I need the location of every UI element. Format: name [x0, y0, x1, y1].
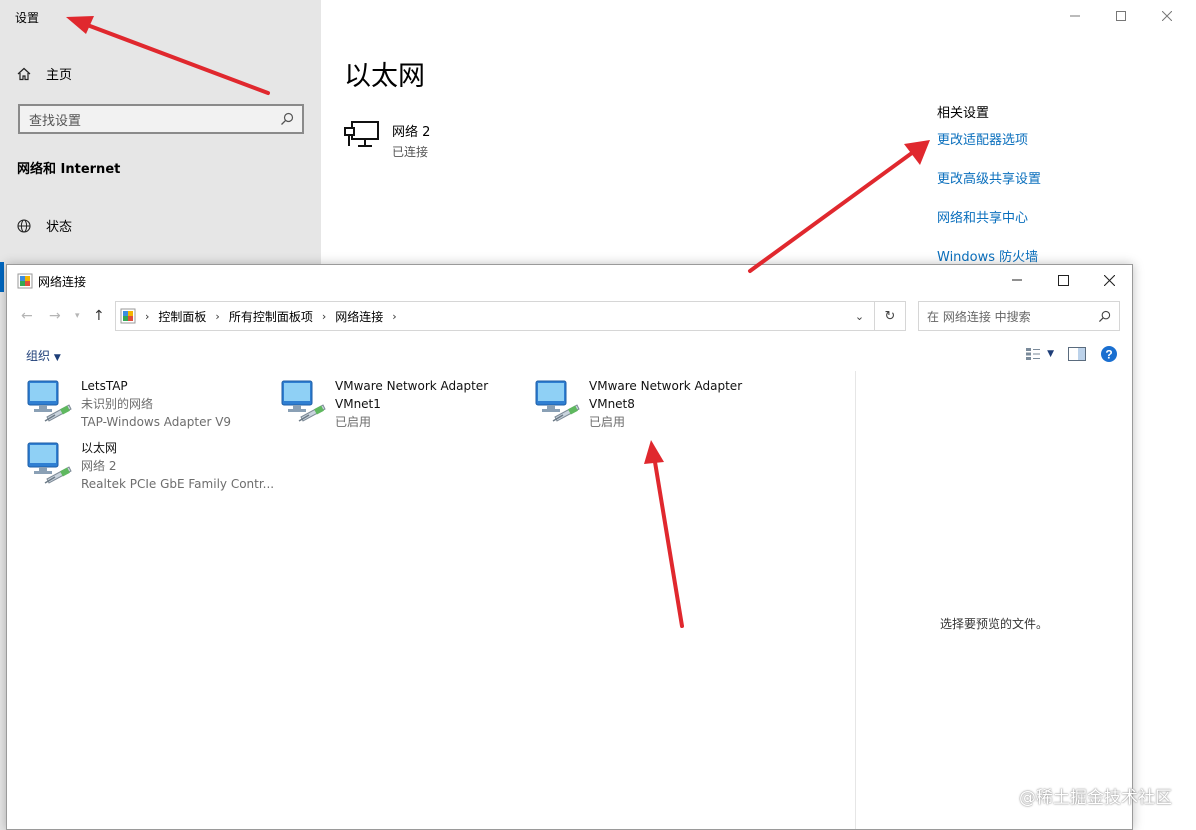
settings-caption-buttons	[1052, 4, 1190, 28]
up-arrow-icon[interactable]: ↑	[93, 308, 105, 324]
wired-network-icon	[344, 121, 379, 147]
breadcrumb-control-panel[interactable]: 控制面板	[158, 308, 206, 325]
connection-name: VMware Network Adapter VMnet8	[589, 379, 743, 411]
back-arrow-icon[interactable]: ←	[21, 308, 33, 324]
nav-status-label: 状态	[46, 220, 73, 235]
recent-locations-icon[interactable]: ▾	[75, 311, 80, 321]
network-adapter-icon	[27, 442, 72, 484]
explorer-title: 网络连接	[38, 275, 87, 289]
explorer-navbar: ← → ▾ ↑ › 控制面板 › 所有控制面板项 › 网络连接 › ⌄ ↻ 在 …	[7, 299, 1132, 333]
organize-menu[interactable]: 组织 ▼	[26, 347, 61, 364]
network-sharing-center-link[interactable]: 网络和共享中心	[937, 207, 1028, 226]
network-name: 网络 2	[392, 125, 431, 140]
network-adapter-icon	[27, 380, 72, 422]
connection-status: 未识别的网络	[81, 397, 154, 411]
nav-home[interactable]: 主页	[16, 64, 72, 83]
connection-name: LetsTAP	[81, 379, 128, 393]
maximize-button[interactable]	[1098, 4, 1144, 28]
chevron-right-icon: ›	[321, 309, 327, 323]
globe-icon	[17, 218, 31, 233]
change-adapter-options-link[interactable]: 更改适配器选项	[937, 129, 1028, 148]
chevron-right-icon: ›	[215, 309, 220, 323]
network-adapter-icon	[281, 380, 326, 422]
connection-name: VMware Network Adapter VMnet1	[335, 379, 489, 411]
minimize-button[interactable]	[1052, 4, 1098, 28]
control-panel-icon	[120, 308, 136, 324]
watermark: @稀土掘金技术社区	[1019, 788, 1172, 808]
preview-pane-icon[interactable]	[1068, 347, 1086, 361]
breadcrumb-network-connections[interactable]: 网络连接	[335, 308, 383, 325]
explorer-minimize-button[interactable]	[994, 265, 1040, 295]
close-icon	[1162, 11, 1172, 21]
connections-list: LetsTAP 未识别的网络 TAP-Windows Adapter V9 VM…	[7, 371, 855, 829]
minimize-icon	[1012, 279, 1022, 281]
chevron-down-icon: ▼	[1047, 349, 1054, 359]
home-icon	[17, 67, 31, 80]
related-settings-heading: 相关设置	[937, 106, 990, 121]
chevron-down-icon: ▼	[53, 353, 61, 363]
page-title: 以太网	[344, 61, 425, 92]
settings-search-placeholder: 查找设置	[29, 113, 82, 129]
chevron-right-icon: ›	[145, 309, 150, 323]
list-item[interactable]: LetsTAP 未识别的网络 TAP-Windows Adapter V9	[25, 377, 231, 431]
nav-home-label: 主页	[46, 68, 73, 83]
section-heading: 网络和 Internet	[17, 162, 121, 177]
preview-message: 选择要预览的文件。	[939, 617, 1048, 631]
connection-name: 以太网	[81, 441, 118, 455]
view-options-button[interactable]: ▼	[1025, 347, 1054, 361]
connection-status: 已启用	[589, 415, 626, 429]
maximize-icon	[1116, 11, 1126, 21]
list-item[interactable]: VMware Network Adapter VMnet8 已启用	[533, 377, 749, 431]
chevron-down-icon: ⌄	[854, 309, 865, 323]
connection-device: Realtek PCIe GbE Family Contr...	[81, 477, 275, 491]
nav-status[interactable]: 状态	[16, 216, 72, 235]
refresh-button[interactable]: ↻	[875, 302, 905, 330]
organize-label: 组织	[26, 349, 51, 363]
connection-status: 已启用	[335, 415, 372, 429]
minimize-icon	[1070, 15, 1080, 17]
advanced-sharing-link[interactable]: 更改高级共享设置	[937, 168, 1041, 187]
close-icon	[1103, 274, 1115, 286]
explorer-titlebar: 网络连接	[7, 265, 1132, 297]
view-details-icon	[1026, 348, 1041, 360]
help-icon[interactable]: ?	[1100, 345, 1118, 363]
chevron-right-icon: ›	[392, 309, 397, 323]
address-bar[interactable]: › 控制面板 › 所有控制面板项 › 网络连接 › ⌄ ↻	[115, 301, 906, 331]
list-item[interactable]: 以太网 网络 2 Realtek PCIe GbE Family Contr..…	[25, 439, 274, 493]
breadcrumb-all-items[interactable]: 所有控制面板项	[229, 308, 313, 325]
windows-firewall-link[interactable]: Windows 防火墙	[937, 246, 1038, 265]
explorer-search-input[interactable]: 在 网络连接 中搜索	[918, 301, 1120, 331]
address-dropdown-button[interactable]: ⌄	[845, 302, 875, 330]
search-icon	[281, 112, 294, 125]
preview-pane: 选择要预览的文件。	[855, 371, 1132, 829]
settings-window-title: 设置	[15, 11, 40, 25]
screen: 设置 主页 查找设置 网络和 Internet 状态 以太网 网络 2 已连接 …	[0, 0, 1196, 830]
refresh-icon: ↻	[884, 308, 896, 324]
selected-indicator	[0, 262, 4, 292]
explorer-search-placeholder: 在 网络连接 中搜索	[927, 309, 1031, 324]
settings-search-input[interactable]: 查找设置	[18, 104, 304, 134]
network-status: 已连接	[392, 145, 429, 159]
network-entry[interactable]: 网络 2 已连接	[344, 120, 430, 160]
close-button[interactable]	[1144, 4, 1190, 28]
explorer-maximize-button[interactable]	[1040, 265, 1086, 295]
network-adapter-icon	[535, 380, 580, 422]
forward-arrow-icon[interactable]: →	[49, 308, 61, 324]
svg-text:?: ?	[1105, 348, 1112, 362]
explorer-close-button[interactable]	[1086, 265, 1132, 295]
list-item[interactable]: VMware Network Adapter VMnet1 已启用	[279, 377, 495, 431]
connection-device: TAP-Windows Adapter V9	[81, 415, 232, 429]
search-icon	[1098, 310, 1111, 322]
maximize-icon	[1057, 274, 1069, 286]
connection-status: 网络 2	[81, 459, 117, 473]
network-connections-icon	[17, 273, 33, 289]
command-bar: 组织 ▼ ▼ ?	[7, 341, 1132, 369]
network-connections-window: 网络连接 ← → ▾ ↑ › 控制面板 › 所有控制面板项 › 网络连接 › ⌄…	[6, 264, 1133, 830]
